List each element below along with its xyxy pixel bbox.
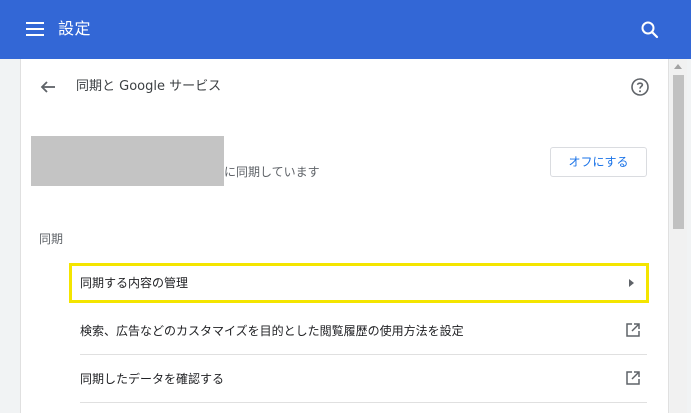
review-synced-data-row[interactable]: 同期したデータを確認する xyxy=(80,355,647,403)
help-circle-icon[interactable] xyxy=(630,77,650,97)
app-title: 設定 xyxy=(58,19,92,38)
settings-card: 同期と Google サービス に同期しています オフにする 同期 同期する内容… xyxy=(20,59,669,413)
scroll-up-arrow-icon[interactable] xyxy=(674,64,682,69)
search-icon[interactable] xyxy=(640,20,660,40)
external-link-icon xyxy=(626,323,640,337)
browsing-history-usage-row[interactable]: 検索、広告などのカスタマイズを目的とした閲覧履歴の使用方法を設定 xyxy=(80,307,647,355)
external-link-icon xyxy=(626,371,640,385)
right-gutter xyxy=(687,59,691,413)
hamburger-menu-icon[interactable] xyxy=(26,22,44,36)
vertical-scrollbar[interactable] xyxy=(670,59,687,413)
arrow-left-icon[interactable] xyxy=(38,77,58,97)
manage-sync-label: 同期する内容の管理 xyxy=(80,276,189,290)
manage-sync-row[interactable]: 同期する内容の管理 xyxy=(69,263,649,303)
scrollbar-thumb[interactable] xyxy=(673,75,684,229)
account-avatar-redacted xyxy=(31,136,224,186)
review-synced-data-label: 同期したデータを確認する xyxy=(80,372,225,386)
sync-section-label: 同期 xyxy=(39,232,64,246)
turn-off-sync-button[interactable]: オフにする xyxy=(550,147,647,177)
browsing-history-usage-label: 検索、広告などのカスタマイズを目的とした閲覧履歴の使用方法を設定 xyxy=(80,324,464,338)
chevron-right-icon xyxy=(629,279,634,287)
page-title: 同期と Google サービス xyxy=(76,79,222,94)
app-header: 設定 xyxy=(0,0,691,59)
syncing-status-text: に同期しています xyxy=(224,165,320,179)
